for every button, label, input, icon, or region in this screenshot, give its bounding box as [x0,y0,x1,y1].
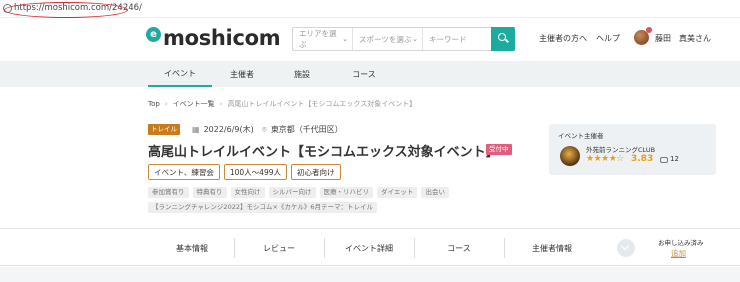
tab-organizers[interactable]: 主催者 [212,61,272,87]
tab-organizer-info[interactable]: 主催者情報 [504,229,600,267]
category-badge[interactable]: トレイル [148,124,180,135]
logo-text: moshicom [163,26,281,50]
keyword-input[interactable]: キーワード [423,28,491,50]
content-background [0,267,740,282]
url-highlight-circle [4,2,128,18]
organizer-card[interactable]: イベント主催者 外苑前ランニングCLUB ★★★★☆ 3.83 12 [549,124,716,175]
attribute-badge[interactable]: イベント、練習会 [148,164,220,180]
user-name[interactable]: 藤田 真美さん [655,33,711,44]
tag-chip[interactable]: 参加賞有り [148,187,189,198]
breadcrumb: Top › イベント一覧 › 高尾山トレイルイベント【モシコムエックス対象イベント】 [148,99,416,109]
tab-event-details[interactable]: イベント詳細 [324,229,414,267]
search-button[interactable] [491,27,515,51]
sport-select-label: スポーツを選ぶ [359,34,412,44]
browser-url-bar[interactable]: https://moshicom.com/24246/ [0,0,740,18]
breadcrumb-top[interactable]: Top [148,100,160,108]
tag-chip[interactable]: ダイエット [377,187,418,198]
help-link[interactable]: ヘルプ [596,33,620,44]
breadcrumb-current: 高尾山トレイルイベント【モシコムエックス対象イベント】 [227,100,417,108]
logo-mark: e [146,26,161,42]
event-title: 高尾山トレイルイベント【モシコムエックス対象イベント】 [148,145,499,160]
tag-chip[interactable]: 医療・リハビリ [319,187,373,198]
calendar-icon: ▦ [192,125,200,134]
notification-dot [646,27,652,33]
applied-label: お申し込み済み [658,239,704,247]
site-logo[interactable]: e moshicom [146,26,281,50]
page: https://moshicom.com/24246/ e moshicom エ… [0,0,740,282]
add-link[interactable]: 追加 [671,248,686,259]
comment-count: 12 [670,155,679,163]
apply-check-icon[interactable] [617,239,635,257]
star-rating-icon: ★★★★☆ [586,154,624,164]
organizer-link[interactable]: 主催者の方へ [539,33,587,44]
organizer-label: イベント主催者 [558,132,604,140]
search-icon-handle [505,38,509,43]
attribute-badge[interactable]: 初心者向け [291,164,341,180]
tab-events[interactable]: イベント [148,61,212,87]
organizer-name[interactable]: 外苑前ランニングCLUB [586,144,655,154]
tag-chip[interactable]: 出会い [421,187,449,198]
tag-chip[interactable]: 特典有り [192,187,227,198]
tag-chip[interactable]: 女性向け [230,187,265,198]
event-location: ⌾ 東京都（千代田区） [262,124,343,135]
tab-course[interactable]: コース [414,229,504,267]
event-location-text: 東京都（千代田区） [270,125,343,134]
chevron-down-icon: ⌄ [342,35,348,43]
tag-chip[interactable]: 【ランニングチャレンジ2022】モシコム×《カケル》6月テーマ：トレイル [148,202,378,213]
location-pin-icon: ⌾ [262,124,267,134]
tab-courses[interactable]: コース [332,61,396,87]
event-date-text: 2022/6/9(木) [203,125,254,134]
main-nav: イベント 主催者 施設 コース [0,61,740,87]
breadcrumb-events[interactable]: イベント一覧 [173,100,215,108]
check-mark [620,241,630,251]
event-attributes: イベント、練習会 100人〜499人 初心者向け [148,164,341,180]
attribute-badge[interactable]: 100人〜499人 [223,164,287,180]
event-date: ▦ 2022/6/9(木) [192,124,254,135]
tab-reviews[interactable]: レビュー [234,229,324,267]
comment-icon [660,157,668,163]
avatar[interactable] [634,27,652,45]
section-tabs: 基本情報 レビュー イベント詳細 コース 主催者情報 [0,228,740,266]
breadcrumb-separator: › [219,100,223,108]
event-tags: 参加賞有り 特典有り 女性向け シルバー向け 医療・リハビリ ダイエット 出会い… [148,187,478,213]
rating-value: 3.83 [631,154,654,164]
keyword-placeholder: キーワード [429,34,467,44]
organizer-avatar[interactable] [560,146,580,166]
tag-chip[interactable]: シルバー向け [268,187,316,198]
area-select[interactable]: エリアを選ぶ ⌄ [293,28,353,50]
tab-facilities[interactable]: 施設 [272,61,332,87]
sport-select[interactable]: スポーツを選ぶ ⌄ [353,28,423,50]
chevron-down-icon: ⌄ [412,35,418,43]
status-badge: 受付中 [486,144,512,155]
search-bar: エリアを選ぶ ⌄ スポーツを選ぶ ⌄ キーワード [292,27,515,51]
tab-basic-info[interactable]: 基本情報 [150,229,234,267]
area-select-label: エリアを選ぶ [299,29,337,49]
breadcrumb-separator: › [164,100,168,108]
